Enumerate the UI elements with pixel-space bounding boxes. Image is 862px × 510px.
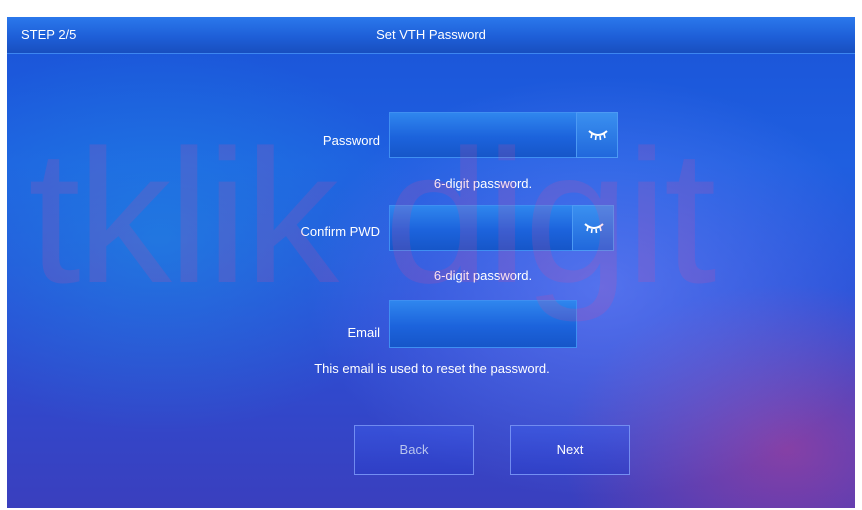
password-field[interactable] — [389, 112, 577, 158]
confirm-visibility-toggle[interactable] — [572, 205, 614, 251]
password-label: Password — [322, 133, 380, 148]
confirm-password-label: Confirm PWD — [300, 224, 380, 239]
eye-closed-icon — [588, 130, 608, 141]
confirm-password-field[interactable] — [389, 205, 573, 251]
password-visibility-toggle[interactable] — [576, 112, 618, 158]
page-title: Set VTH Password — [376, 27, 486, 42]
email-label: Email — [347, 325, 380, 340]
eye-closed-icon — [584, 223, 604, 234]
email-field[interactable] — [389, 300, 577, 348]
next-button[interactable]: Next — [510, 425, 630, 475]
back-button[interactable]: Back — [354, 425, 474, 475]
confirm-password-hint: 6-digit password. — [433, 268, 533, 283]
wizard-screen: STEP 2/5 Set VTH Password Password 6-dig… — [7, 17, 855, 508]
email-hint: This email is used to reset the password… — [314, 361, 550, 376]
title-bar: STEP 2/5 Set VTH Password — [7, 17, 855, 54]
password-hint: 6-digit password. — [433, 176, 533, 191]
